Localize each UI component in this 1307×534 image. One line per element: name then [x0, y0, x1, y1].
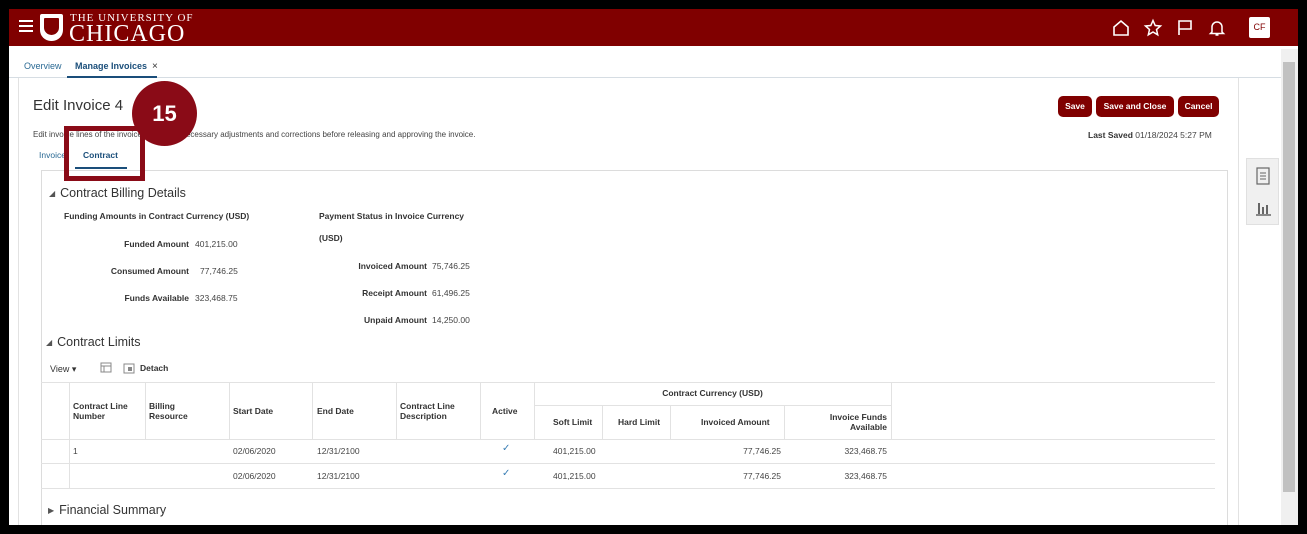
- column-contract-line-number[interactable]: Contract Line Number: [73, 401, 128, 421]
- cell-start-date: 02/06/2020: [233, 446, 276, 456]
- cell-end-date: 12/31/2100: [317, 446, 360, 456]
- freeze-icon[interactable]: [100, 362, 113, 374]
- cell-invoiced-amount: 77,746.25: [743, 471, 781, 481]
- active-check-icon: ✓: [502, 443, 511, 454]
- cell-start-date: 02/06/2020: [233, 471, 276, 481]
- logo-main-text[interactable]: CHICAGO: [69, 21, 185, 48]
- right-rail-panel: [1246, 158, 1279, 225]
- menu-icon[interactable]: [19, 20, 33, 34]
- invoiced-amount-value: 75,746.25: [432, 261, 470, 271]
- page-title: Edit Invoice 4: [33, 97, 124, 114]
- funded-amount-label: Funded Amount: [124, 239, 189, 249]
- app-window: THE UNIVERSITY OF CHICAGO CF Overview Ma…: [9, 9, 1298, 525]
- star-icon[interactable]: [1143, 18, 1163, 38]
- scrollbar-thumb[interactable]: [1283, 62, 1295, 492]
- contract-limits-header[interactable]: ◢ Contract Limits: [46, 335, 141, 349]
- column-active[interactable]: Active: [492, 406, 518, 416]
- cell-end-date: 12/31/2100: [317, 471, 360, 481]
- cell-soft-limit: 401,215.00: [553, 446, 596, 456]
- funded-amount-value: 401,215.00: [195, 239, 238, 249]
- page-tabs: Overview Manage Invoices ×: [9, 56, 1298, 78]
- column-end-date[interactable]: End Date: [317, 406, 354, 416]
- funds-available-label: Funds Available: [124, 293, 189, 303]
- contract-currency-group-header: Contract Currency (USD): [662, 388, 763, 398]
- last-saved-value: 01/18/2024 5:27 PM: [1135, 130, 1212, 140]
- close-tab-icon[interactable]: ×: [152, 61, 158, 72]
- view-menu[interactable]: View ▾: [50, 364, 76, 375]
- consumed-amount-value: 77,746.25: [200, 266, 238, 276]
- university-shield-logo: [40, 14, 63, 41]
- expand-icon[interactable]: ▶: [48, 506, 54, 515]
- consumed-amount-label: Consumed Amount: [110, 266, 189, 276]
- contract-billing-details-header[interactable]: ◢ Contract Billing Details: [49, 186, 186, 200]
- receipt-amount-value: 61,496.25: [432, 288, 470, 298]
- callout-step-number: 15: [132, 81, 197, 146]
- column-billing-resource[interactable]: Billing Resource: [149, 401, 188, 421]
- tab-manage-invoices[interactable]: Manage Invoices: [75, 61, 147, 71]
- save-and-close-button[interactable]: Save and Close: [1096, 96, 1174, 117]
- financial-summary-header[interactable]: ▶ Financial Summary: [48, 503, 166, 517]
- tab-overview[interactable]: Overview: [24, 61, 62, 71]
- column-hard-limit[interactable]: Hard Limit: [618, 417, 660, 427]
- callout-highlight-box: [64, 126, 145, 181]
- home-icon[interactable]: [1111, 18, 1131, 38]
- collapse-icon[interactable]: ◢: [46, 338, 52, 347]
- receipt-amount-label: Receipt Amount: [362, 288, 427, 298]
- cell-soft-limit: 401,215.00: [553, 471, 596, 481]
- last-saved-label: Last Saved: [1088, 130, 1133, 140]
- flag-icon[interactable]: [1175, 18, 1195, 38]
- detach-button[interactable]: Detach: [140, 363, 168, 373]
- contract-content-panel: [41, 170, 1228, 525]
- column-invoice-funds-available[interactable]: Invoice Funds Available: [789, 412, 887, 432]
- subtab-invoice[interactable]: Invoice: [39, 150, 66, 160]
- column-contract-line-description[interactable]: Contract Line Description: [400, 401, 455, 421]
- collapse-icon[interactable]: ◢: [49, 189, 55, 198]
- payment-status-header-currency: (USD): [319, 233, 343, 243]
- column-start-date[interactable]: Start Date: [233, 406, 273, 416]
- user-avatar[interactable]: CF: [1249, 17, 1270, 38]
- payment-status-header: Payment Status in Invoice Currency: [319, 211, 465, 221]
- cancel-button[interactable]: Cancel: [1178, 96, 1219, 117]
- cell-line-number: 1: [73, 446, 78, 456]
- cell-funds-available: 323,468.75: [844, 471, 887, 481]
- global-header: THE UNIVERSITY OF CHICAGO CF: [9, 9, 1298, 48]
- bell-icon[interactable]: [1207, 18, 1227, 38]
- cell-funds-available: 323,468.75: [844, 446, 887, 456]
- column-soft-limit[interactable]: Soft Limit: [553, 417, 592, 427]
- last-saved: Last Saved 01/18/2024 5:27 PM: [1088, 130, 1212, 140]
- detach-icon[interactable]: [123, 362, 136, 374]
- unpaid-amount-label: Unpaid Amount: [364, 315, 427, 325]
- funding-amounts-header: Funding Amounts in Contract Currency (US…: [64, 211, 250, 221]
- active-check-icon: ✓: [502, 468, 511, 479]
- analytics-icon[interactable]: [1255, 199, 1272, 219]
- unpaid-amount-value: 14,250.00: [432, 315, 470, 325]
- column-invoiced-amount[interactable]: Invoiced Amount: [701, 417, 770, 427]
- save-button[interactable]: Save: [1058, 96, 1092, 117]
- cell-invoiced-amount: 77,746.25: [743, 446, 781, 456]
- funds-available-value: 323,468.75: [195, 293, 238, 303]
- document-icon[interactable]: [1256, 167, 1270, 188]
- invoiced-amount-label: Invoiced Amount: [358, 261, 427, 271]
